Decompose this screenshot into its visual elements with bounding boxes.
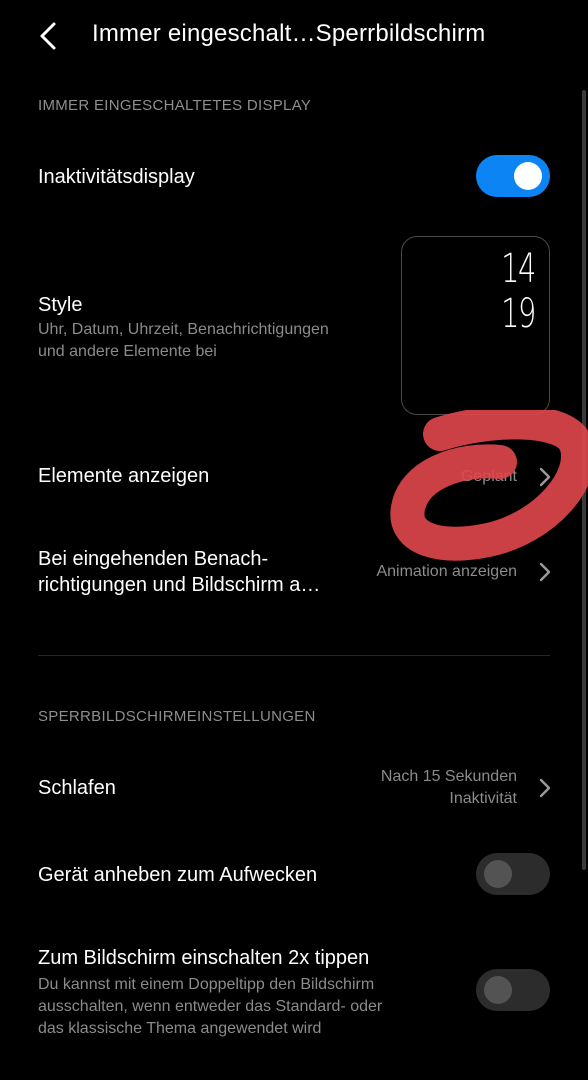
preview-clock-hour: 14 [501,246,536,292]
back-button[interactable] [28,16,68,56]
chevron-right-icon [539,778,551,798]
double-tap-toggle[interactable] [476,969,550,1011]
raise-to-wake-toggle[interactable] [476,853,550,895]
style-label: Style [38,294,83,316]
page-title: Immer eingeschalt…Sperrbildschirm [92,20,486,47]
sleep-row[interactable]: Schlafen Nach 15 Sekunden Inaktivität [0,755,588,821]
chevron-left-icon [40,22,56,50]
section-divider [38,655,550,656]
double-tap-subtitle-line2: ausschalten, wenn entweder das Standard-… [38,998,383,1015]
toggle-knob [484,860,512,888]
double-tap-label: Zum Bildschirm einschalten 2x tippen [38,947,370,969]
incoming-notifications-value: Animation anzeigen [376,563,517,580]
inactivity-display-row[interactable]: Inaktivitätsdisplay [0,145,588,209]
incoming-notifications-label-line2: richtigungen und Bildschirm a… [38,574,321,596]
style-preview-card[interactable]: 14 19 [401,236,550,415]
double-tap-subtitle-line1: Du kannst mit einem Doppeltipp den Bilds… [38,976,375,993]
inactivity-display-label: Inaktivitätsdisplay [38,166,195,188]
chevron-right-icon [539,562,551,582]
section-header-aod: IMMER EINGESCHALTETES DISPLAY [38,97,312,114]
style-subtitle-line2: und andere Elemente bei [38,343,217,360]
incoming-notifications-row[interactable]: Bei eingehenden Benach- richtigungen und… [0,535,588,610]
show-elements-label: Elemente anzeigen [38,465,210,487]
incoming-notifications-label-line1: Bei eingehenden Benach- [38,548,269,570]
sleep-label: Schlafen [38,777,116,799]
inactivity-display-toggle[interactable] [476,155,550,197]
toggle-knob [484,976,512,1004]
section-header-lock: SPERRBILDSCHIRMEINSTELLUNGEN [38,708,316,725]
sleep-value-line1: Nach 15 Sekunden [380,768,517,785]
preview-clock-minute: 19 [501,291,536,337]
style-subtitle-line1: Uhr, Datum, Uhrzeit, Benachrichtigungen [38,321,329,338]
sleep-value-line2: Inaktivität [449,790,517,807]
double-tap-row[interactable]: Zum Bildschirm einschalten 2x tippen Du … [0,935,588,1045]
toggle-knob [514,162,542,190]
raise-to-wake-row[interactable]: Gerät anheben zum Aufwecken [0,845,588,905]
double-tap-subtitle-line3: das klassische Thema angewendet wird [38,1020,322,1037]
chevron-right-icon [539,467,551,487]
show-elements-value: Geplant [460,468,517,485]
raise-to-wake-label: Gerät anheben zum Aufwecken [38,864,318,886]
show-elements-row[interactable]: Elemente anzeigen Geplant [0,445,588,509]
